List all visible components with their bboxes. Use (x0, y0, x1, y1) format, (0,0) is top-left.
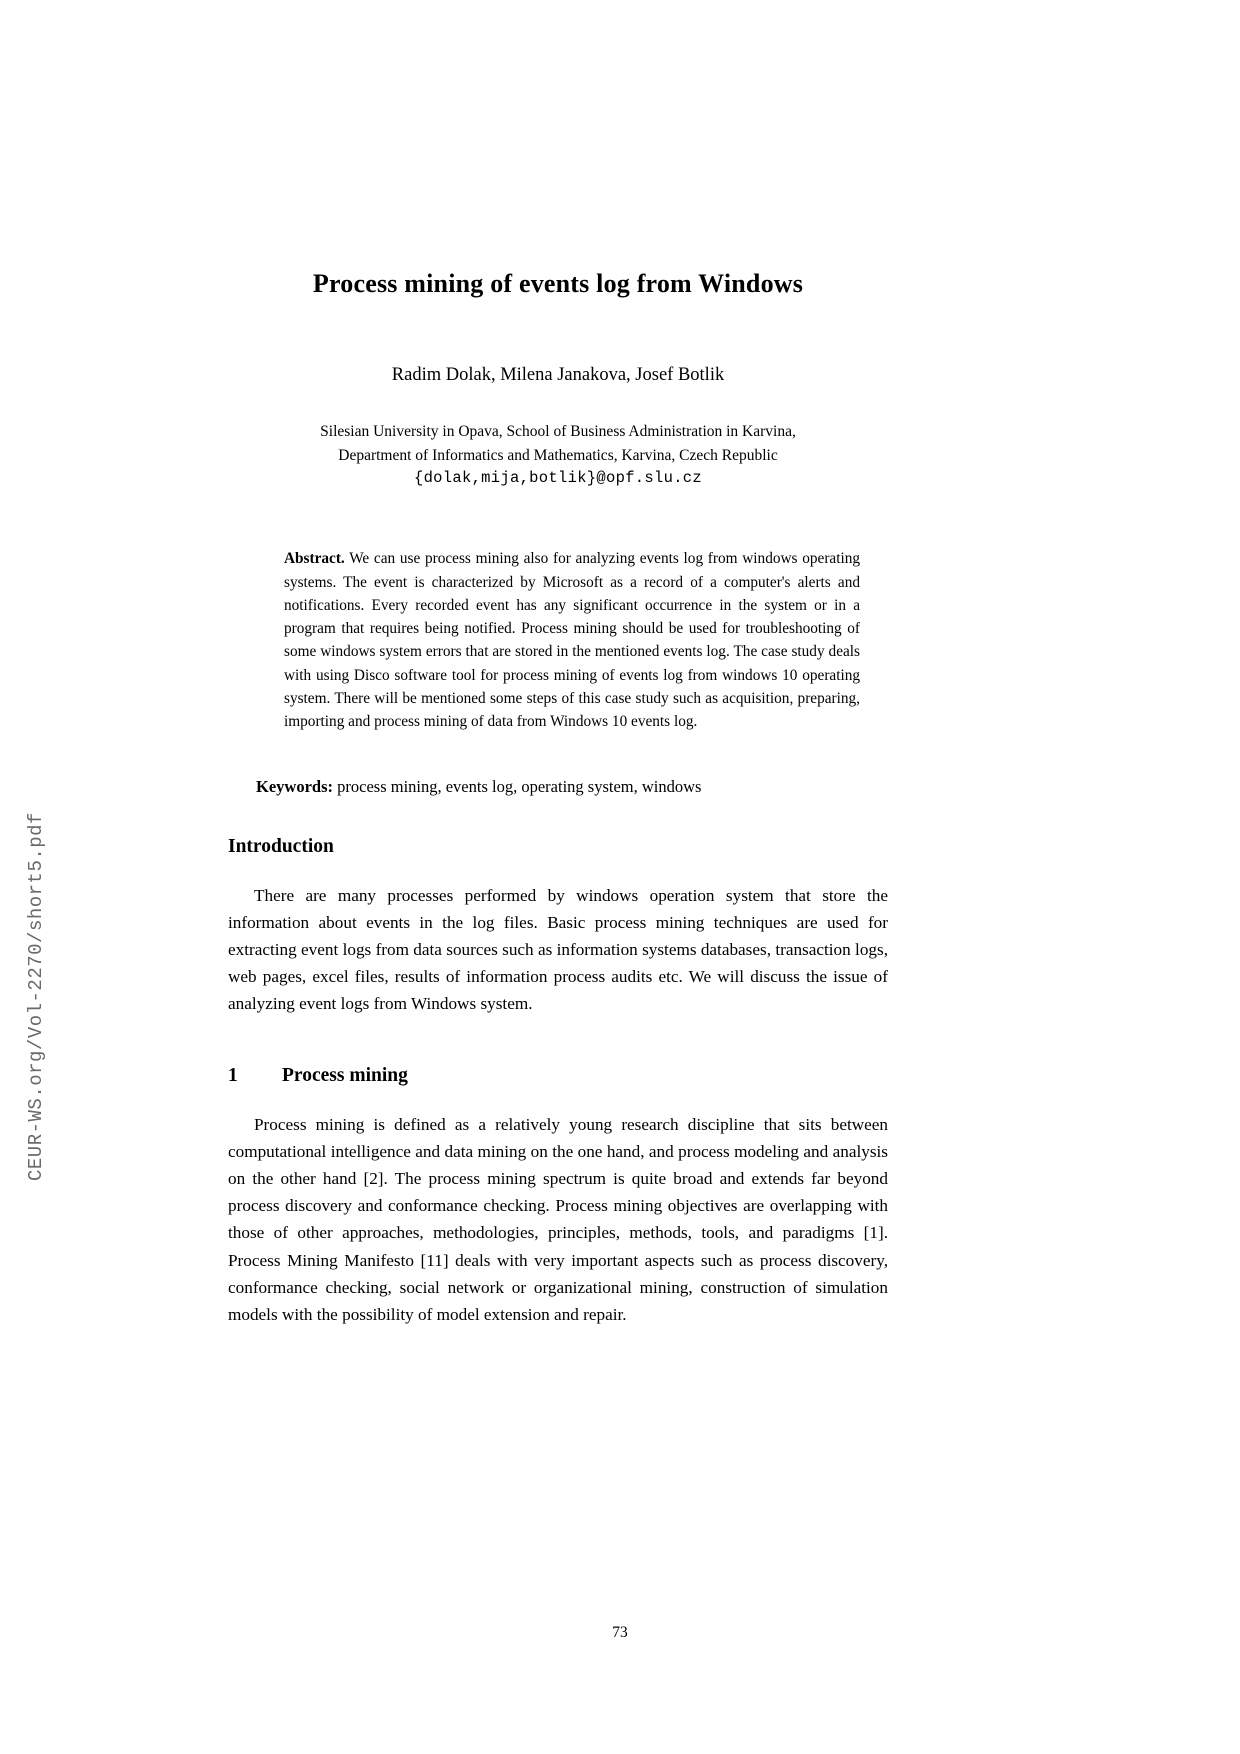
introduction-paragraph: There are many processes performed by wi… (228, 885, 888, 1014)
affiliation-line-1: Silesian University in Opava, School of … (320, 422, 796, 440)
page-number: 73 (612, 1624, 628, 1641)
section-title: Process mining (282, 1065, 408, 1087)
ceur-watermark: CEUR-WS.org/Vol-2270/short5.pdf (25, 812, 47, 1181)
process-mining-paragraph: Process mining is defined as a relativel… (228, 1114, 888, 1324)
author-list: Radim Dolak, Milena Janakova, Josef Botl… (391, 364, 725, 385)
section-heading-process-mining: 1 Process mining (228, 1063, 888, 1088)
paper-content: Process mining of events log from Window… (228, 268, 888, 1328)
keywords-label: Keywords: (256, 777, 333, 797)
keywords-values: process mining, events log, operating sy… (333, 777, 702, 797)
author-email: {dolak,mija,botlik}@opf.slu.cz (413, 469, 703, 488)
section-number: 1 (228, 1065, 238, 1087)
section-heading-introduction: Introduction (228, 836, 334, 858)
keywords-line: Keywords: process mining, events log, op… (228, 775, 888, 800)
abstract-block: Abstract. We can use process mining also… (228, 547, 888, 733)
paper-page: CEUR-WS.org/Vol-2270/short5.pdf Process … (0, 0, 1240, 1754)
abstract-body: We can use process mining also for analy… (284, 550, 860, 731)
page-title: Process mining of events log from Window… (312, 269, 804, 298)
abstract-label: Abstract. (284, 550, 345, 568)
abstract-paragraph: Abstract. We can use process mining also… (284, 547, 860, 733)
affiliation-line-2: Department of Informatics and Mathematic… (338, 447, 778, 465)
